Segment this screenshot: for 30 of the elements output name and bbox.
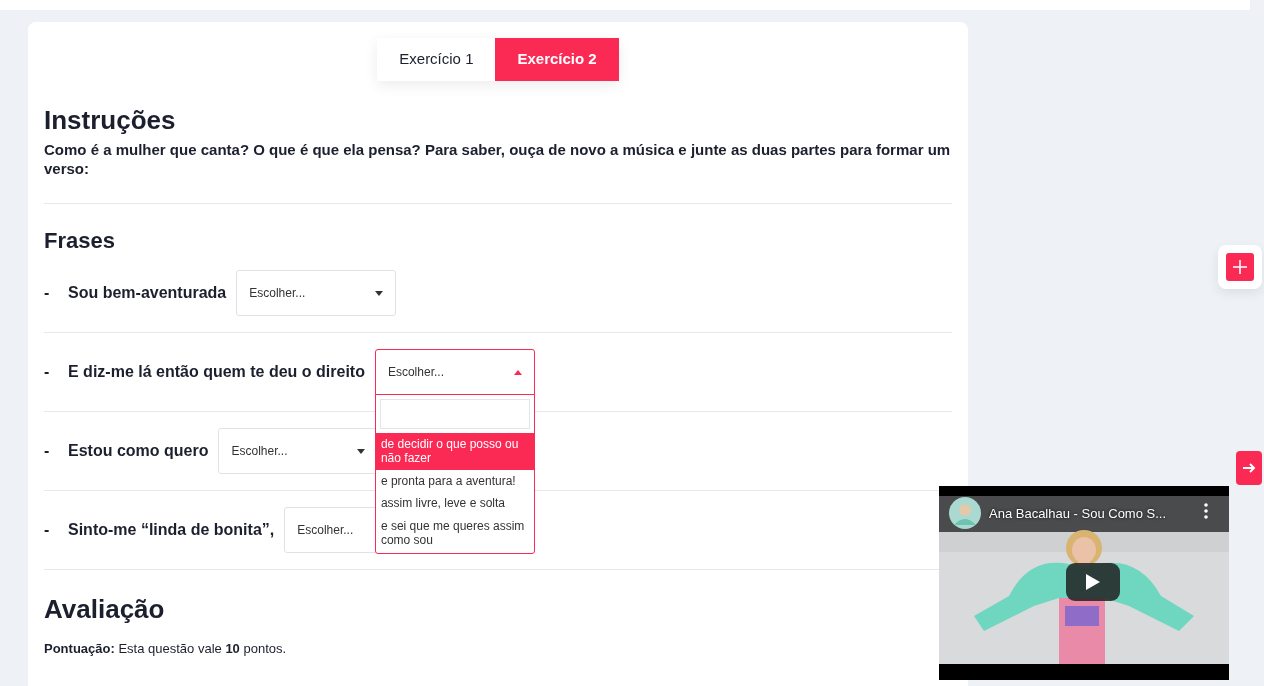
dash-mark: - [44,520,51,541]
play-icon [1085,573,1101,591]
phrase-text: E diz-me lá então quem te deu o direito [68,362,365,383]
section-heading: Avaliação [44,594,166,626]
more-icon[interactable] [1203,503,1209,519]
add-button[interactable] [1218,245,1262,289]
section-heading: Instruções [44,104,177,136]
plus-icon [1232,259,1248,275]
dash-mark: - [44,441,51,462]
tab[interactable]: Exercício 1 [377,38,496,81]
dropdown-option[interactable]: de decidir o que posso ou não fazer [375,433,534,470]
dash-mark: - [44,283,51,304]
select-dropdown[interactable]: Escolher... [374,349,535,396]
caret-icon [513,369,522,375]
dash-mark: - [44,362,51,383]
caret-icon [357,448,366,454]
section-heading: Frases [44,227,116,255]
tab[interactable]: Exercício 2 [495,38,619,81]
instructions-text: Como é a mulher que canta? O que é que ela pensa? Para saber, ouça de novo a música e junte as duas partes para formar um verso: [44,139,952,179]
phrase-text: Sinto-me “linda de bonita”, [68,520,275,541]
phrase-text: Sou bem-aventurada [68,283,227,304]
next-button[interactable] [1236,451,1262,485]
select-dropdown[interactable]: Escolher... [236,270,397,317]
arrow-right-icon [1242,462,1256,474]
channel-avatar[interactable] [949,497,981,529]
play-button[interactable] [1066,563,1120,601]
search-field[interactable] [379,399,530,430]
score-text: Pontuação: Esta questão vale 10 pontos. [44,640,288,659]
phrase-text: Estou como quero [68,441,209,462]
caret-icon [375,290,384,296]
